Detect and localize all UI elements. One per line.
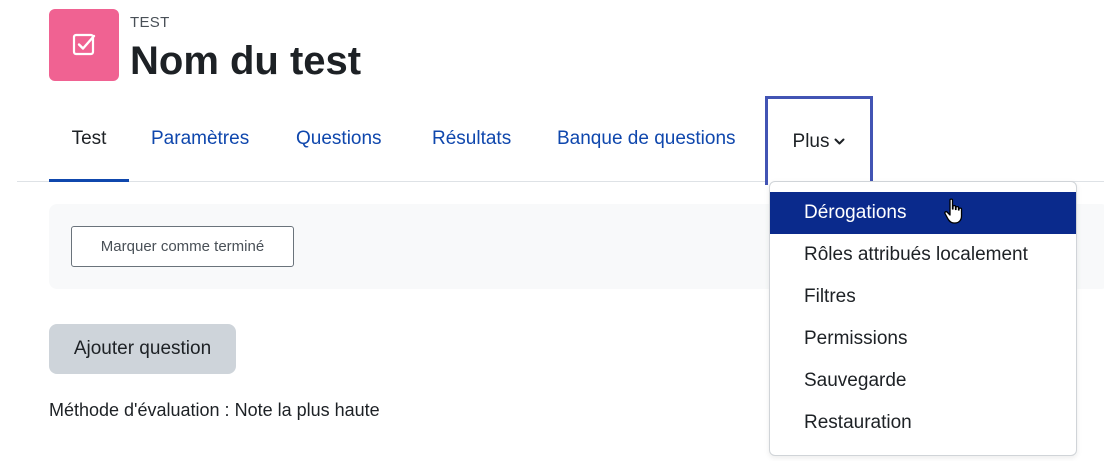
tab-label: Banque de questions <box>557 128 736 149</box>
grading-method-text: Méthode d'évaluation : Note la plus haut… <box>49 400 380 420</box>
tab-more-dropdown[interactable]: Plus <box>765 96 873 185</box>
page-title: Nom du test <box>130 39 362 83</box>
menu-item-filtres[interactable]: Filtres <box>770 276 1076 318</box>
menu-item-permissions[interactable]: Permissions <box>770 318 1076 360</box>
activity-type-label: TEST <box>130 14 170 31</box>
quiz-checkbox-icon <box>49 9 119 81</box>
tab-label: Questions <box>296 128 382 149</box>
menu-item-roles-attribues-localement[interactable]: Rôles attribués localement <box>770 234 1076 276</box>
tab-label: Résultats <box>432 128 512 149</box>
tab-label: Paramètres <box>151 128 250 149</box>
add-question-button[interactable]: Ajouter question <box>49 324 236 374</box>
tab-parametres[interactable]: Paramètres <box>151 96 249 182</box>
tab-label: Plus <box>792 131 830 152</box>
tab-label: Test <box>71 128 107 149</box>
tab-questions[interactable]: Questions <box>296 96 382 182</box>
menu-item-restauration[interactable]: Restauration <box>770 402 1076 444</box>
more-dropdown-menu: Dérogations Rôles attribués localement F… <box>769 181 1077 456</box>
menu-item-derogations[interactable]: Dérogations <box>770 192 1076 234</box>
menu-item-sauvegarde[interactable]: Sauvegarde <box>770 360 1076 402</box>
tab-banque-de-questions[interactable]: Banque de questions <box>557 96 736 182</box>
tab-test[interactable]: Test <box>49 96 129 182</box>
chevron-down-icon <box>834 138 845 145</box>
hand-pointer-cursor-icon <box>944 198 963 224</box>
tab-resultats[interactable]: Résultats <box>432 96 511 182</box>
secondary-navigation: Test Paramètres Questions Résultats Banq… <box>0 96 1104 185</box>
mark-as-done-button[interactable]: Marquer comme terminé <box>71 226 294 267</box>
